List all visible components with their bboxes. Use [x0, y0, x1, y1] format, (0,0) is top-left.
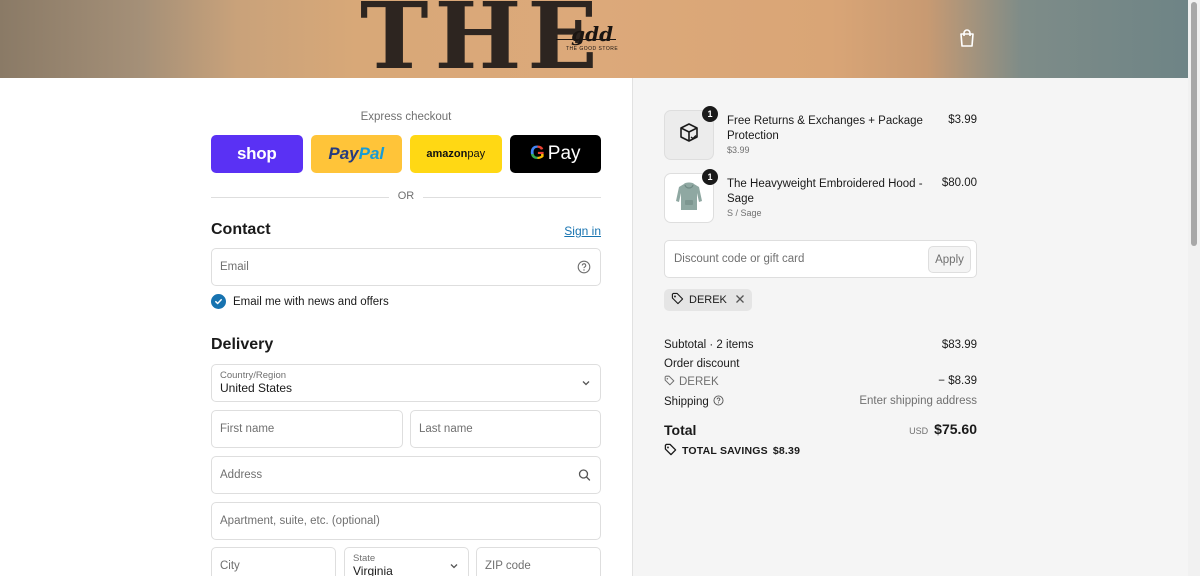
amazon-label-a: amazon [426, 148, 468, 160]
last-name-field[interactable]: Last name [410, 410, 601, 448]
total-label: Total [664, 422, 697, 438]
paypal-button[interactable]: Pay Pal [310, 135, 402, 173]
shopping-bag-icon [959, 28, 975, 52]
or-label: OR [397, 190, 415, 202]
last-name-placeholder: Last name [419, 423, 473, 435]
total-row: Total USD $75.60 [664, 421, 977, 438]
country-select[interactable]: Country/Region United States [211, 364, 601, 402]
order-summary-panel [632, 78, 1188, 576]
subtotal-label: Subtotal · 2 items [664, 339, 754, 351]
apartment-field[interactable]: Apartment, suite, etc. (optional) [211, 502, 601, 540]
paypal-label-b: Pal [358, 144, 385, 163]
divider-line [423, 197, 601, 198]
shipping-label-group: Shipping [664, 395, 724, 409]
total-amount: USD $75.60 [909, 421, 977, 437]
shipping-value: Enter shipping address [859, 395, 977, 407]
paypal-label-a: Pay [328, 144, 359, 163]
newsletter-label: Email me with news and offers [233, 295, 389, 308]
address-field[interactable]: Address [211, 456, 601, 494]
shop-pay-button[interactable]: shop [211, 135, 303, 173]
remove-code-button[interactable] [735, 294, 745, 307]
apply-button[interactable]: Apply [928, 246, 971, 273]
express-checkout-title: Express checkout [360, 111, 452, 123]
help-circle-icon[interactable] [577, 260, 591, 274]
total-savings: TOTAL SAVINGS $8.39 [664, 443, 800, 459]
chevron-down-icon [581, 378, 591, 388]
store-logo[interactable]: gdd THE GOOD STORE [566, 22, 618, 52]
tag-icon [671, 292, 684, 308]
savings-value: $8.39 [772, 445, 801, 457]
shipping-row: Shipping Enter shipping address [664, 395, 977, 409]
help-circle-icon[interactable] [713, 395, 724, 409]
logo-subtext: THE GOOD STORE [566, 46, 619, 52]
city-field[interactable]: City [211, 547, 336, 576]
city-placeholder: City [220, 560, 240, 572]
subtotal-row: Subtotal · 2 items $83.99 [664, 339, 977, 351]
applied-code-chip: DEREK [664, 289, 752, 311]
currency-code: USD [909, 426, 929, 436]
quantity-badge: 1 [702, 169, 718, 185]
item-name: Free Returns & Exchanges + Package Prote… [727, 115, 923, 142]
google-g-icon: G [529, 143, 545, 164]
state-value: Virginia [353, 564, 393, 576]
first-name-field[interactable]: First name [211, 410, 403, 448]
contact-heading: Contact [211, 221, 271, 238]
express-buttons: shop Pay Pal amazon pay G Pay [211, 135, 601, 173]
state-select[interactable]: State Virginia [344, 547, 469, 576]
discount-placeholder: Discount code or gift card [674, 253, 805, 265]
item-variant: S / Sage [727, 208, 762, 218]
cart-button[interactable] [955, 28, 979, 52]
hoodie-icon [674, 180, 704, 217]
close-icon [735, 294, 745, 307]
google-pay-button[interactable]: G Pay [509, 135, 601, 173]
order-discount-label: Order discount [664, 358, 740, 370]
subtotal-value: $83.99 [941, 339, 977, 351]
amazon-label-b: pay [467, 148, 486, 160]
discount-code-input[interactable]: Discount code or gift card Apply [664, 240, 977, 278]
newsletter-option[interactable]: Email me with news and offers [211, 294, 389, 309]
applied-code-label: DEREK [689, 294, 727, 306]
amazon-pay-button[interactable]: amazon pay [410, 135, 502, 173]
chevron-down-icon [449, 561, 459, 571]
total-value: $75.60 [934, 421, 977, 437]
state-label: State [353, 553, 376, 564]
email-placeholder: Email [220, 261, 249, 273]
search-icon [578, 469, 591, 482]
scrollbar-thumb[interactable] [1191, 2, 1197, 246]
order-discount-row: Order discount [664, 358, 977, 370]
discount-code-row: DEREK − $8.39 [664, 375, 977, 389]
shipping-label: Shipping [664, 396, 709, 408]
or-divider: OR [211, 190, 601, 204]
discount-code-name: DEREK [679, 376, 719, 388]
email-field[interactable]: Email [211, 248, 601, 286]
item-price: $3.99 [948, 114, 977, 126]
item-price: $80.00 [941, 177, 977, 189]
address-placeholder: Address [220, 469, 263, 481]
first-name-placeholder: First name [220, 423, 275, 435]
sign-in-link[interactable]: Sign in [564, 224, 601, 238]
savings-label: TOTAL SAVINGS [682, 445, 768, 457]
google-pay-label: Pay [547, 143, 581, 164]
newsletter-checkbox[interactable] [211, 294, 226, 309]
delivery-heading: Delivery [211, 336, 274, 353]
zip-placeholder: ZIP code [485, 560, 531, 572]
tag-icon [664, 375, 675, 389]
page-scrollbar[interactable] [1188, 0, 1200, 576]
logo-mark: gdd [571, 22, 614, 46]
country-label: Country/Region [220, 370, 287, 381]
shop-pay-label: shop [237, 144, 277, 163]
apartment-placeholder: Apartment, suite, etc. (optional) [220, 515, 380, 527]
tag-icon [664, 443, 677, 459]
package-icon [678, 122, 700, 149]
quantity-badge: 1 [702, 106, 718, 122]
country-value: United States [220, 381, 293, 395]
discount-value: − $8.39 [938, 375, 977, 387]
item-variant: $3.99 [727, 145, 750, 155]
zip-field[interactable]: ZIP code [476, 547, 601, 576]
item-name: The Heavyweight Embroidered Hood - Sage [727, 178, 923, 205]
header-banner: THE gdd THE GOOD STORE [0, 0, 1188, 78]
discount-code-tag: DEREK [664, 375, 719, 389]
